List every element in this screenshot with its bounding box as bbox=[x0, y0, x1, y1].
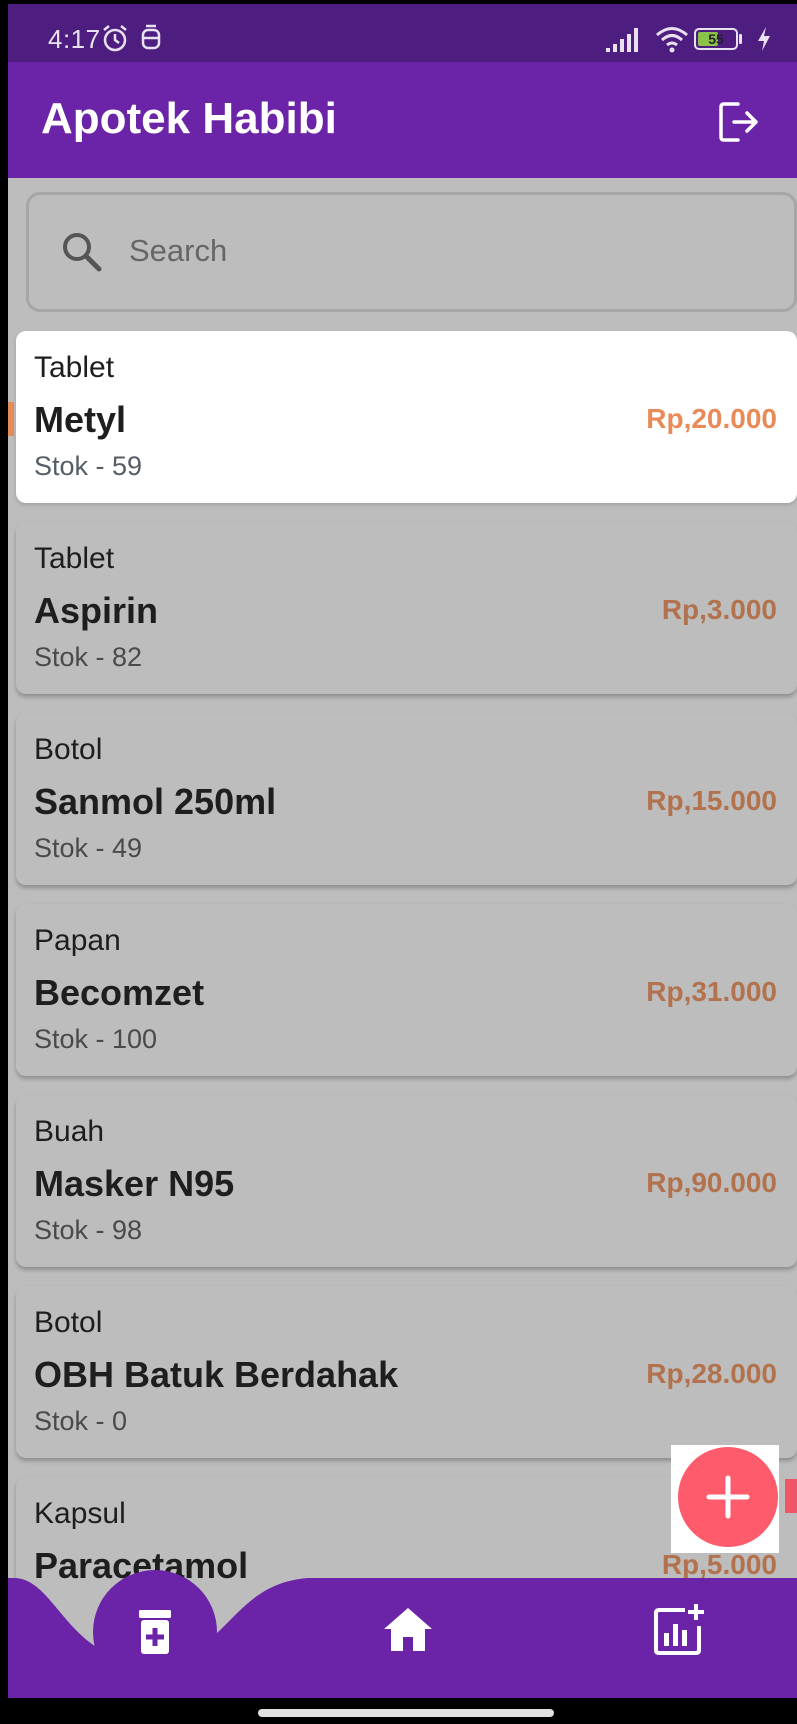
add-product-button[interactable] bbox=[678, 1447, 778, 1547]
product-price: Rp,90.000 bbox=[646, 1167, 777, 1198]
nav-item-medicine[interactable] bbox=[93, 1570, 217, 1694]
product-price: Rp,31.000 bbox=[646, 976, 777, 1007]
product-name: Masker N95 bbox=[34, 1163, 235, 1204]
product-price: Rp,28.000 bbox=[646, 1358, 777, 1389]
product-name: Aspirin bbox=[34, 590, 159, 631]
product-price: Rp,15.000 bbox=[646, 785, 777, 816]
app-bar: Apotek Habibi bbox=[8, 62, 797, 178]
product-stock: Stok - 82 bbox=[34, 642, 143, 672]
product-stock: Stok - 0 bbox=[34, 1406, 128, 1436]
product-card[interactable]: Papan Becomzet Stok - 100 Rp,31.000 bbox=[16, 904, 797, 1076]
signal-icon bbox=[606, 28, 638, 52]
product-card[interactable]: Buah Masker N95 Stok - 98 Rp,90.000 bbox=[16, 1095, 797, 1267]
notification-icon bbox=[141, 24, 161, 50]
nav-item-home[interactable] bbox=[382, 1604, 434, 1654]
product-category: Papan bbox=[34, 924, 121, 957]
medicine-icon bbox=[139, 1610, 171, 1654]
product-category: Buah bbox=[34, 1115, 105, 1148]
edge-marker bbox=[785, 1479, 797, 1513]
product-price: Rp,5.000 bbox=[661, 1549, 777, 1580]
product-name: Sanmol 250ml bbox=[34, 781, 277, 822]
status-bar: 4:17 55 bbox=[8, 4, 797, 62]
add-chart-icon bbox=[654, 1604, 704, 1655]
product-card[interactable]: Botol OBH Batuk Berdahak Stok - 0 Rp,28.… bbox=[16, 1286, 797, 1458]
home-icon bbox=[384, 1608, 432, 1651]
product-card[interactable]: Tablet Aspirin Stok - 82 Rp,3.000 bbox=[16, 522, 797, 694]
battery-icon: 55 bbox=[694, 28, 738, 50]
edge-marker bbox=[8, 402, 14, 436]
product-name: Metyl bbox=[34, 399, 127, 440]
product-price: Rp,3.000 bbox=[661, 594, 777, 625]
product-card[interactable]: Tablet Metyl Stok - 59 Rp,20.000 bbox=[16, 331, 797, 503]
search-box[interactable] bbox=[26, 192, 797, 312]
search-icon bbox=[63, 233, 102, 272]
search-input[interactable] bbox=[129, 225, 729, 277]
logout-button[interactable] bbox=[716, 98, 764, 146]
product-category: Botol bbox=[34, 1306, 103, 1339]
product-category: Botol bbox=[34, 733, 103, 766]
product-name: OBH Batuk Berdahak bbox=[34, 1354, 399, 1395]
battery-percent: 55 bbox=[708, 31, 724, 47]
wifi-icon bbox=[656, 27, 688, 53]
product-category: Tablet bbox=[34, 542, 115, 575]
status-time: 4:17 bbox=[48, 24, 101, 54]
alarm-icon bbox=[103, 25, 127, 52]
battery-tip bbox=[739, 34, 742, 44]
product-card[interactable]: Botol Sanmol 250ml Stok - 49 Rp,15.000 bbox=[16, 713, 797, 885]
plus-icon bbox=[706, 1475, 750, 1519]
charging-icon bbox=[758, 27, 770, 51]
logout-icon bbox=[719, 102, 758, 142]
app-screen: 4:17 55 Apotek Habibi Search Tablet Mety… bbox=[8, 4, 797, 1698]
app-title: Apotek Habibi bbox=[41, 94, 337, 143]
product-price: Rp,20.000 bbox=[646, 403, 777, 434]
home-indicator[interactable] bbox=[258, 1709, 554, 1717]
product-name: Becomzet bbox=[34, 972, 205, 1013]
product-category: Tablet bbox=[34, 351, 115, 384]
product-stock: Stok - 100 bbox=[34, 1024, 158, 1054]
product-stock: Stok - 59 bbox=[34, 451, 143, 481]
nav-item-add-chart[interactable] bbox=[651, 1602, 707, 1658]
product-stock: Stok - 49 bbox=[34, 833, 143, 863]
product-category: Kapsul bbox=[34, 1497, 126, 1530]
product-stock: Stok - 98 bbox=[34, 1215, 143, 1245]
